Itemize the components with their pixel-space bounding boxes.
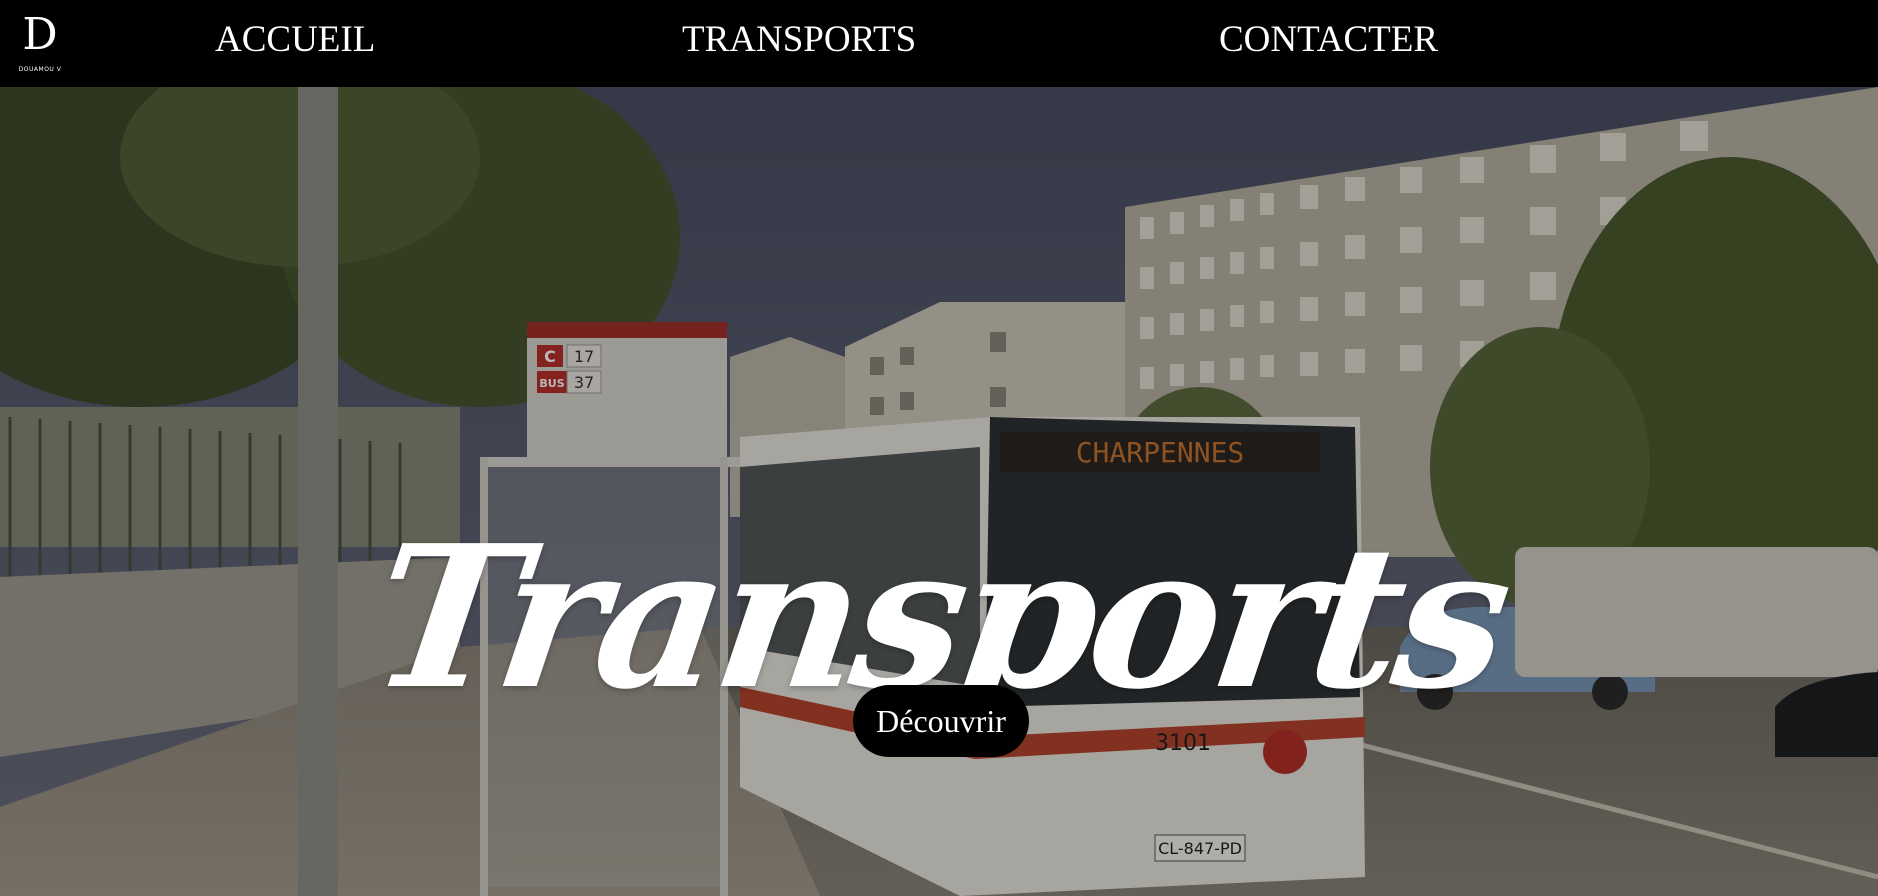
page: D DOUAMOU V ACCUEIL TRANSPORTS CONTACTER (0, 0, 1878, 896)
hero-dim-overlay (0, 87, 1878, 896)
top-navbar: D DOUAMOU V ACCUEIL TRANSPORTS CONTACTER (0, 0, 1878, 87)
nav-link-contacter[interactable]: CONTACTER (1219, 18, 1438, 62)
nav-link-accueil[interactable]: ACCUEIL (215, 18, 375, 62)
logo-letter: D (22, 9, 58, 60)
brand-logo[interactable]: D DOUAMOU V (12, 9, 68, 73)
nav-link-transports[interactable]: TRANSPORTS (682, 18, 916, 62)
hero-section: C 17 BUS 37 CHARPENNES 3101 CL-847-PD Tr… (0, 87, 1878, 896)
discover-button[interactable]: Découvrir (853, 685, 1029, 757)
logo-subtext: DOUAMOU V (16, 66, 64, 73)
